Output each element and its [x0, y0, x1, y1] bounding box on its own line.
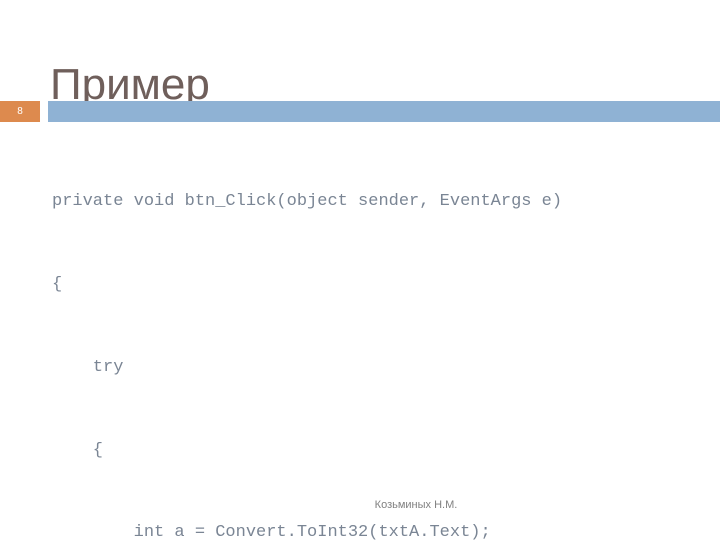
divider-bar [48, 101, 720, 122]
slide-number-badge: 8 [0, 101, 40, 122]
title-divider: 8 [0, 101, 720, 122]
code-line: { [52, 274, 63, 294]
code-line: private void btn_Click(object sender, Ev… [52, 192, 563, 212]
code-line: try [52, 357, 124, 377]
code-block: private void btn_Click(object sender, Ev… [52, 133, 702, 540]
code-line: { [52, 440, 104, 460]
code-line: int a = Convert.ToInt32(txtA.Text); [52, 523, 491, 540]
presentation-slide: Пример 8 private void btn_Click(object s… [0, 0, 720, 540]
footer-author-note: Козьминых Н.М. [374, 499, 458, 511]
